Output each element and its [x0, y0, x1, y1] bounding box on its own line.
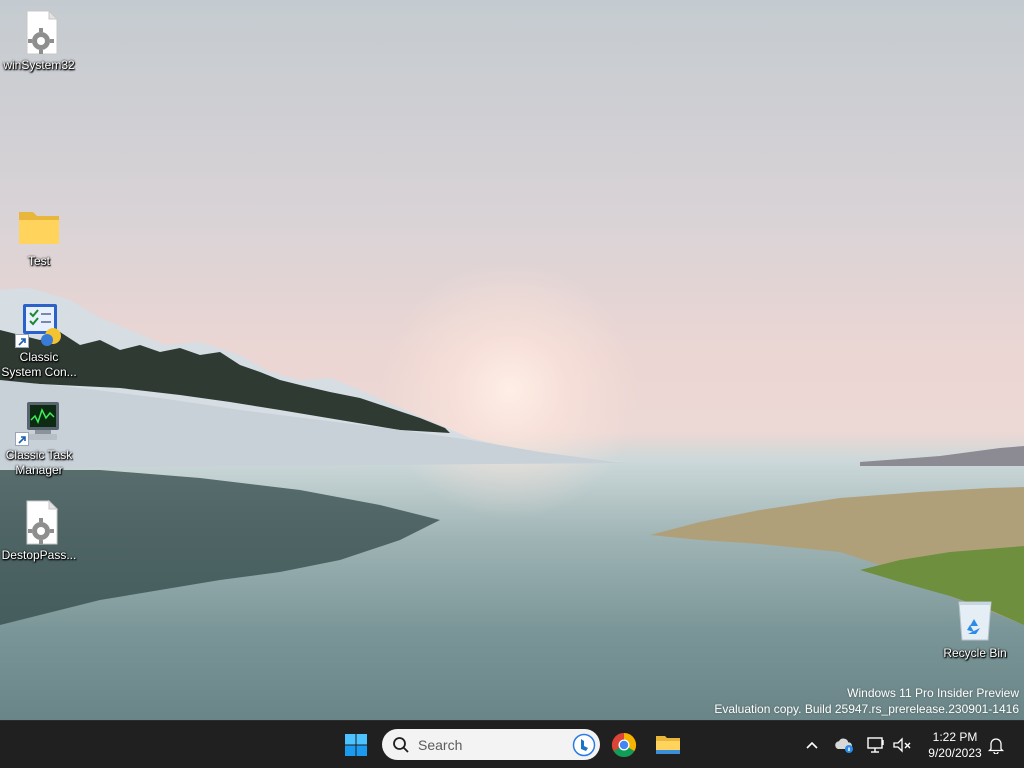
onedrive-icon — [835, 738, 853, 753]
shortcut-arrow-icon — [15, 334, 29, 348]
chrome-button[interactable] — [604, 725, 644, 765]
folder-icon — [15, 204, 63, 252]
desktop-icon-label: DestopPass... — [1, 548, 77, 562]
recycle-bin-icon — [951, 596, 999, 644]
onedrive-tray-button[interactable] — [832, 733, 856, 757]
watermark-line-build: Evaluation copy. Build 25947.rs_prerelea… — [714, 702, 1019, 716]
system-control-icon — [15, 300, 63, 348]
task-manager-icon — [15, 398, 63, 446]
volume-muted-icon — [893, 737, 911, 753]
desktop-background: winSystem32 Test Classic System Con... C… — [0, 0, 1024, 720]
desktop-icon-label: winSystem32 — [3, 58, 75, 72]
desktop-icon-label: Recycle Bin — [943, 646, 1007, 660]
network-tray-button[interactable] — [864, 733, 888, 757]
notification-center-button[interactable] — [984, 733, 1008, 757]
chrome-icon — [611, 733, 637, 758]
chevron-up-icon — [806, 741, 818, 749]
desktop-icon-label: Classic Task Manager — [5, 448, 73, 477]
desktop-icon-test[interactable]: Test — [0, 204, 78, 269]
start-button[interactable] — [336, 725, 376, 765]
windows-logo-icon — [345, 734, 367, 756]
bing-icon[interactable] — [572, 733, 596, 757]
desktop-icon-classic-system-control[interactable]: Classic System Con... — [0, 300, 78, 380]
desktop-icon-label: Test — [27, 254, 50, 268]
desktop-icon-recycle-bin[interactable]: Recycle Bin — [936, 596, 1014, 661]
evaluation-watermark: Windows 11 Pro Insider Preview Evaluatio… — [714, 685, 1019, 717]
taskbar-clock[interactable]: 1:22 PM 9/20/2023 — [918, 729, 992, 761]
settings-file-icon — [15, 8, 63, 56]
show-hidden-icons-button[interactable] — [800, 733, 824, 757]
wallpaper-landscape — [0, 288, 1024, 625]
desktop-icon-label: Classic System Con... — [1, 350, 77, 379]
desktop-icon-destoppass[interactable]: DestopPass... — [0, 498, 78, 563]
file-explorer-button[interactable] — [648, 725, 688, 765]
watermark-line-edition: Windows 11 Pro Insider Preview — [847, 686, 1019, 700]
search-placeholder: Search — [418, 736, 463, 753]
clock-date: 9/20/2023 — [928, 746, 982, 760]
folder-icon — [656, 736, 680, 754]
taskbar: Search 1:22 PM 9/20/2023 — [0, 720, 1024, 768]
search-icon — [393, 736, 409, 753]
shortcut-arrow-icon — [15, 432, 29, 446]
clock-time: 1:22 PM — [932, 730, 978, 744]
desktop-icon-winsystem32[interactable]: winSystem32 — [0, 8, 78, 73]
taskbar-search-box[interactable]: Search — [382, 729, 600, 760]
volume-tray-button[interactable] — [890, 733, 914, 757]
settings-file-icon — [15, 498, 63, 546]
notification-bell-icon — [987, 738, 1005, 754]
desktop-icon-classic-task-manager[interactable]: Classic Task Manager — [0, 398, 78, 478]
network-icon — [867, 737, 884, 753]
